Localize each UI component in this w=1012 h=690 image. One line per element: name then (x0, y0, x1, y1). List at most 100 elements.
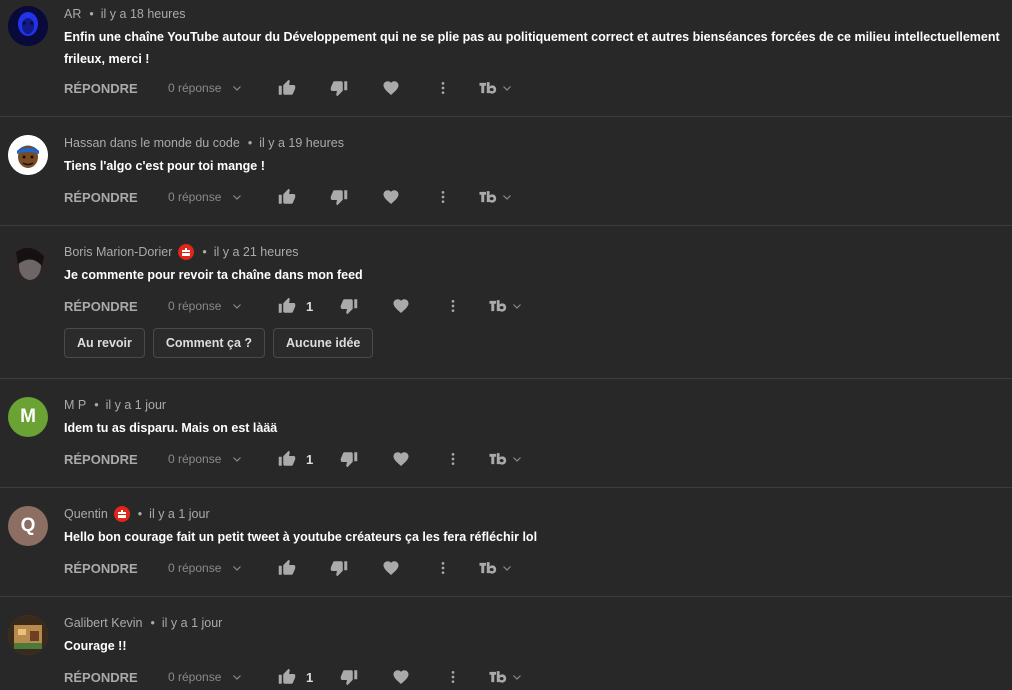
replies-toggle[interactable]: 0 réponse (168, 190, 278, 204)
suggested-reply-chip[interactable]: Aucune idée (273, 328, 374, 358)
avatar-photo-image (8, 244, 48, 284)
timestamp[interactable]: il y a 1 jour (162, 616, 222, 630)
replies-count: 0 réponse (168, 190, 222, 204)
suggested-reply-chip[interactable]: Comment ça ? (152, 328, 266, 358)
author-name[interactable]: Galibert Kevin (64, 616, 143, 630)
comment-text: Hello bon courage fait un petit tweet à … (64, 530, 538, 544)
replies-count: 0 réponse (168, 299, 222, 313)
avatar[interactable] (8, 6, 48, 46)
comment-text: Enfin une chaîne YouTube autour du Dével… (64, 30, 1000, 66)
thumb-down-icon[interactable] (340, 296, 358, 316)
comment-actions: RÉPONDRE 0 réponse 1 (64, 449, 524, 469)
thumb-down-icon[interactable] (330, 78, 348, 98)
comment-actions: RÉPONDRE 0 réponse (64, 187, 514, 207)
chevron-down-icon[interactable] (510, 296, 524, 316)
heart-icon[interactable] (382, 78, 400, 98)
tubebuddy-icon[interactable] (488, 296, 510, 316)
chevron-down-icon (231, 300, 243, 312)
author-name[interactable]: Quentin (64, 507, 108, 521)
heart-icon[interactable] (382, 187, 400, 207)
comment-text: Idem tu as disparu. Mais on est làää (64, 421, 278, 435)
chevron-down-icon[interactable] (500, 558, 514, 578)
replies-toggle[interactable]: 0 réponse (168, 452, 278, 466)
chevron-down-icon[interactable] (500, 187, 514, 207)
more-options-icon[interactable] (444, 667, 462, 687)
comment-meta: Galibert Kevin • il y a 1 jour (64, 615, 222, 631)
supporter-badge-icon (113, 506, 130, 522)
thumb-up-icon[interactable] (278, 296, 296, 316)
chevron-down-icon[interactable] (500, 78, 514, 98)
chevron-down-icon (231, 671, 243, 683)
more-options-icon[interactable] (444, 449, 462, 469)
reply-button[interactable]: RÉPONDRE (64, 299, 168, 314)
tubebuddy-icon[interactable] (488, 449, 510, 469)
comment-item: AR • il y a 18 heures Enfin une chaîne Y… (0, 0, 1012, 117)
timestamp[interactable]: il y a 1 jour (149, 507, 209, 521)
heart-icon[interactable] (392, 449, 410, 469)
comment-item: Hassan dans le monde du code • il y a 19… (0, 117, 1012, 226)
thumb-up-icon[interactable] (278, 558, 296, 578)
author-name[interactable]: Hassan dans le monde du code (64, 136, 240, 150)
replies-toggle[interactable]: 0 réponse (168, 299, 278, 313)
author-name[interactable]: AR (64, 7, 81, 21)
like-count: 1 (306, 298, 314, 314)
chevron-down-icon[interactable] (510, 667, 524, 687)
heart-icon[interactable] (382, 558, 400, 578)
more-options-icon[interactable] (444, 296, 462, 316)
reply-button[interactable]: RÉPONDRE (64, 81, 168, 96)
replies-toggle[interactable]: 0 réponse (168, 670, 278, 684)
replies-toggle[interactable]: 0 réponse (168, 561, 278, 575)
more-options-icon[interactable] (434, 558, 452, 578)
timestamp[interactable]: il y a 1 jour (106, 398, 166, 412)
replies-toggle[interactable]: 0 réponse (168, 81, 278, 95)
thumb-up-icon[interactable] (278, 187, 296, 207)
chevron-down-icon[interactable] (510, 449, 524, 469)
tubebuddy-icon[interactable] (478, 558, 500, 578)
thumb-down-icon[interactable] (330, 558, 348, 578)
thumb-down-icon[interactable] (340, 449, 358, 469)
more-options-icon[interactable] (434, 187, 452, 207)
reply-button[interactable]: RÉPONDRE (64, 190, 168, 205)
chevron-down-icon (231, 82, 243, 94)
supporter-badge-icon (178, 244, 195, 260)
tubebuddy-icon[interactable] (488, 667, 510, 687)
thumb-up-icon[interactable] (278, 667, 296, 687)
timestamp[interactable]: il y a 21 heures (214, 245, 299, 259)
suggested-reply-chip[interactable]: Au revoir (64, 328, 145, 358)
heart-icon[interactable] (392, 296, 410, 316)
replies-count: 0 réponse (168, 670, 222, 684)
comment-item: Boris Marion-Dorier • il y a 21 heures J… (0, 226, 1012, 379)
tubebuddy-icon[interactable] (478, 78, 500, 98)
suggested-replies: Au revoir Comment ça ? Aucune idée (64, 328, 381, 358)
thumb-down-icon[interactable] (330, 187, 348, 207)
thumb-up-icon[interactable] (278, 449, 296, 469)
author-name[interactable]: M P (64, 398, 86, 412)
tubebuddy-icon[interactable] (478, 187, 500, 207)
thumb-up-icon[interactable] (278, 78, 296, 98)
timestamp[interactable]: il y a 19 heures (259, 136, 344, 150)
reply-button[interactable]: RÉPONDRE (64, 670, 168, 685)
avatar[interactable] (8, 135, 48, 175)
author-name[interactable]: Boris Marion-Dorier (64, 245, 172, 259)
reply-button[interactable]: RÉPONDRE (64, 561, 168, 576)
thumb-down-icon[interactable] (340, 667, 358, 687)
avatar[interactable]: Q (8, 506, 48, 546)
comment-meta: AR • il y a 18 heures (64, 6, 186, 22)
comment-meta: Quentin • il y a 1 jour (64, 506, 210, 522)
avatar[interactable]: M (8, 397, 48, 437)
avatar-initial: M (20, 406, 36, 427)
comment-text: Tiens l'algo c'est pour toi mange ! (64, 159, 265, 173)
comments-list: AR • il y a 18 heures Enfin une chaîne Y… (0, 0, 1012, 690)
separator-dot: • (89, 7, 94, 21)
reply-button[interactable]: RÉPONDRE (64, 452, 168, 467)
avatar[interactable] (8, 244, 48, 284)
comment-actions: RÉPONDRE 0 réponse 1 (64, 296, 524, 316)
more-options-icon[interactable] (434, 78, 452, 98)
timestamp[interactable]: il y a 18 heures (101, 7, 186, 21)
heart-icon[interactable] (392, 667, 410, 687)
avatar[interactable] (8, 615, 48, 655)
comment-text: Courage !! (64, 639, 127, 653)
comment-item: Galibert Kevin • il y a 1 jour Courage !… (0, 597, 1012, 690)
avatar-photo-image (8, 615, 48, 655)
separator-dot: • (137, 507, 143, 521)
